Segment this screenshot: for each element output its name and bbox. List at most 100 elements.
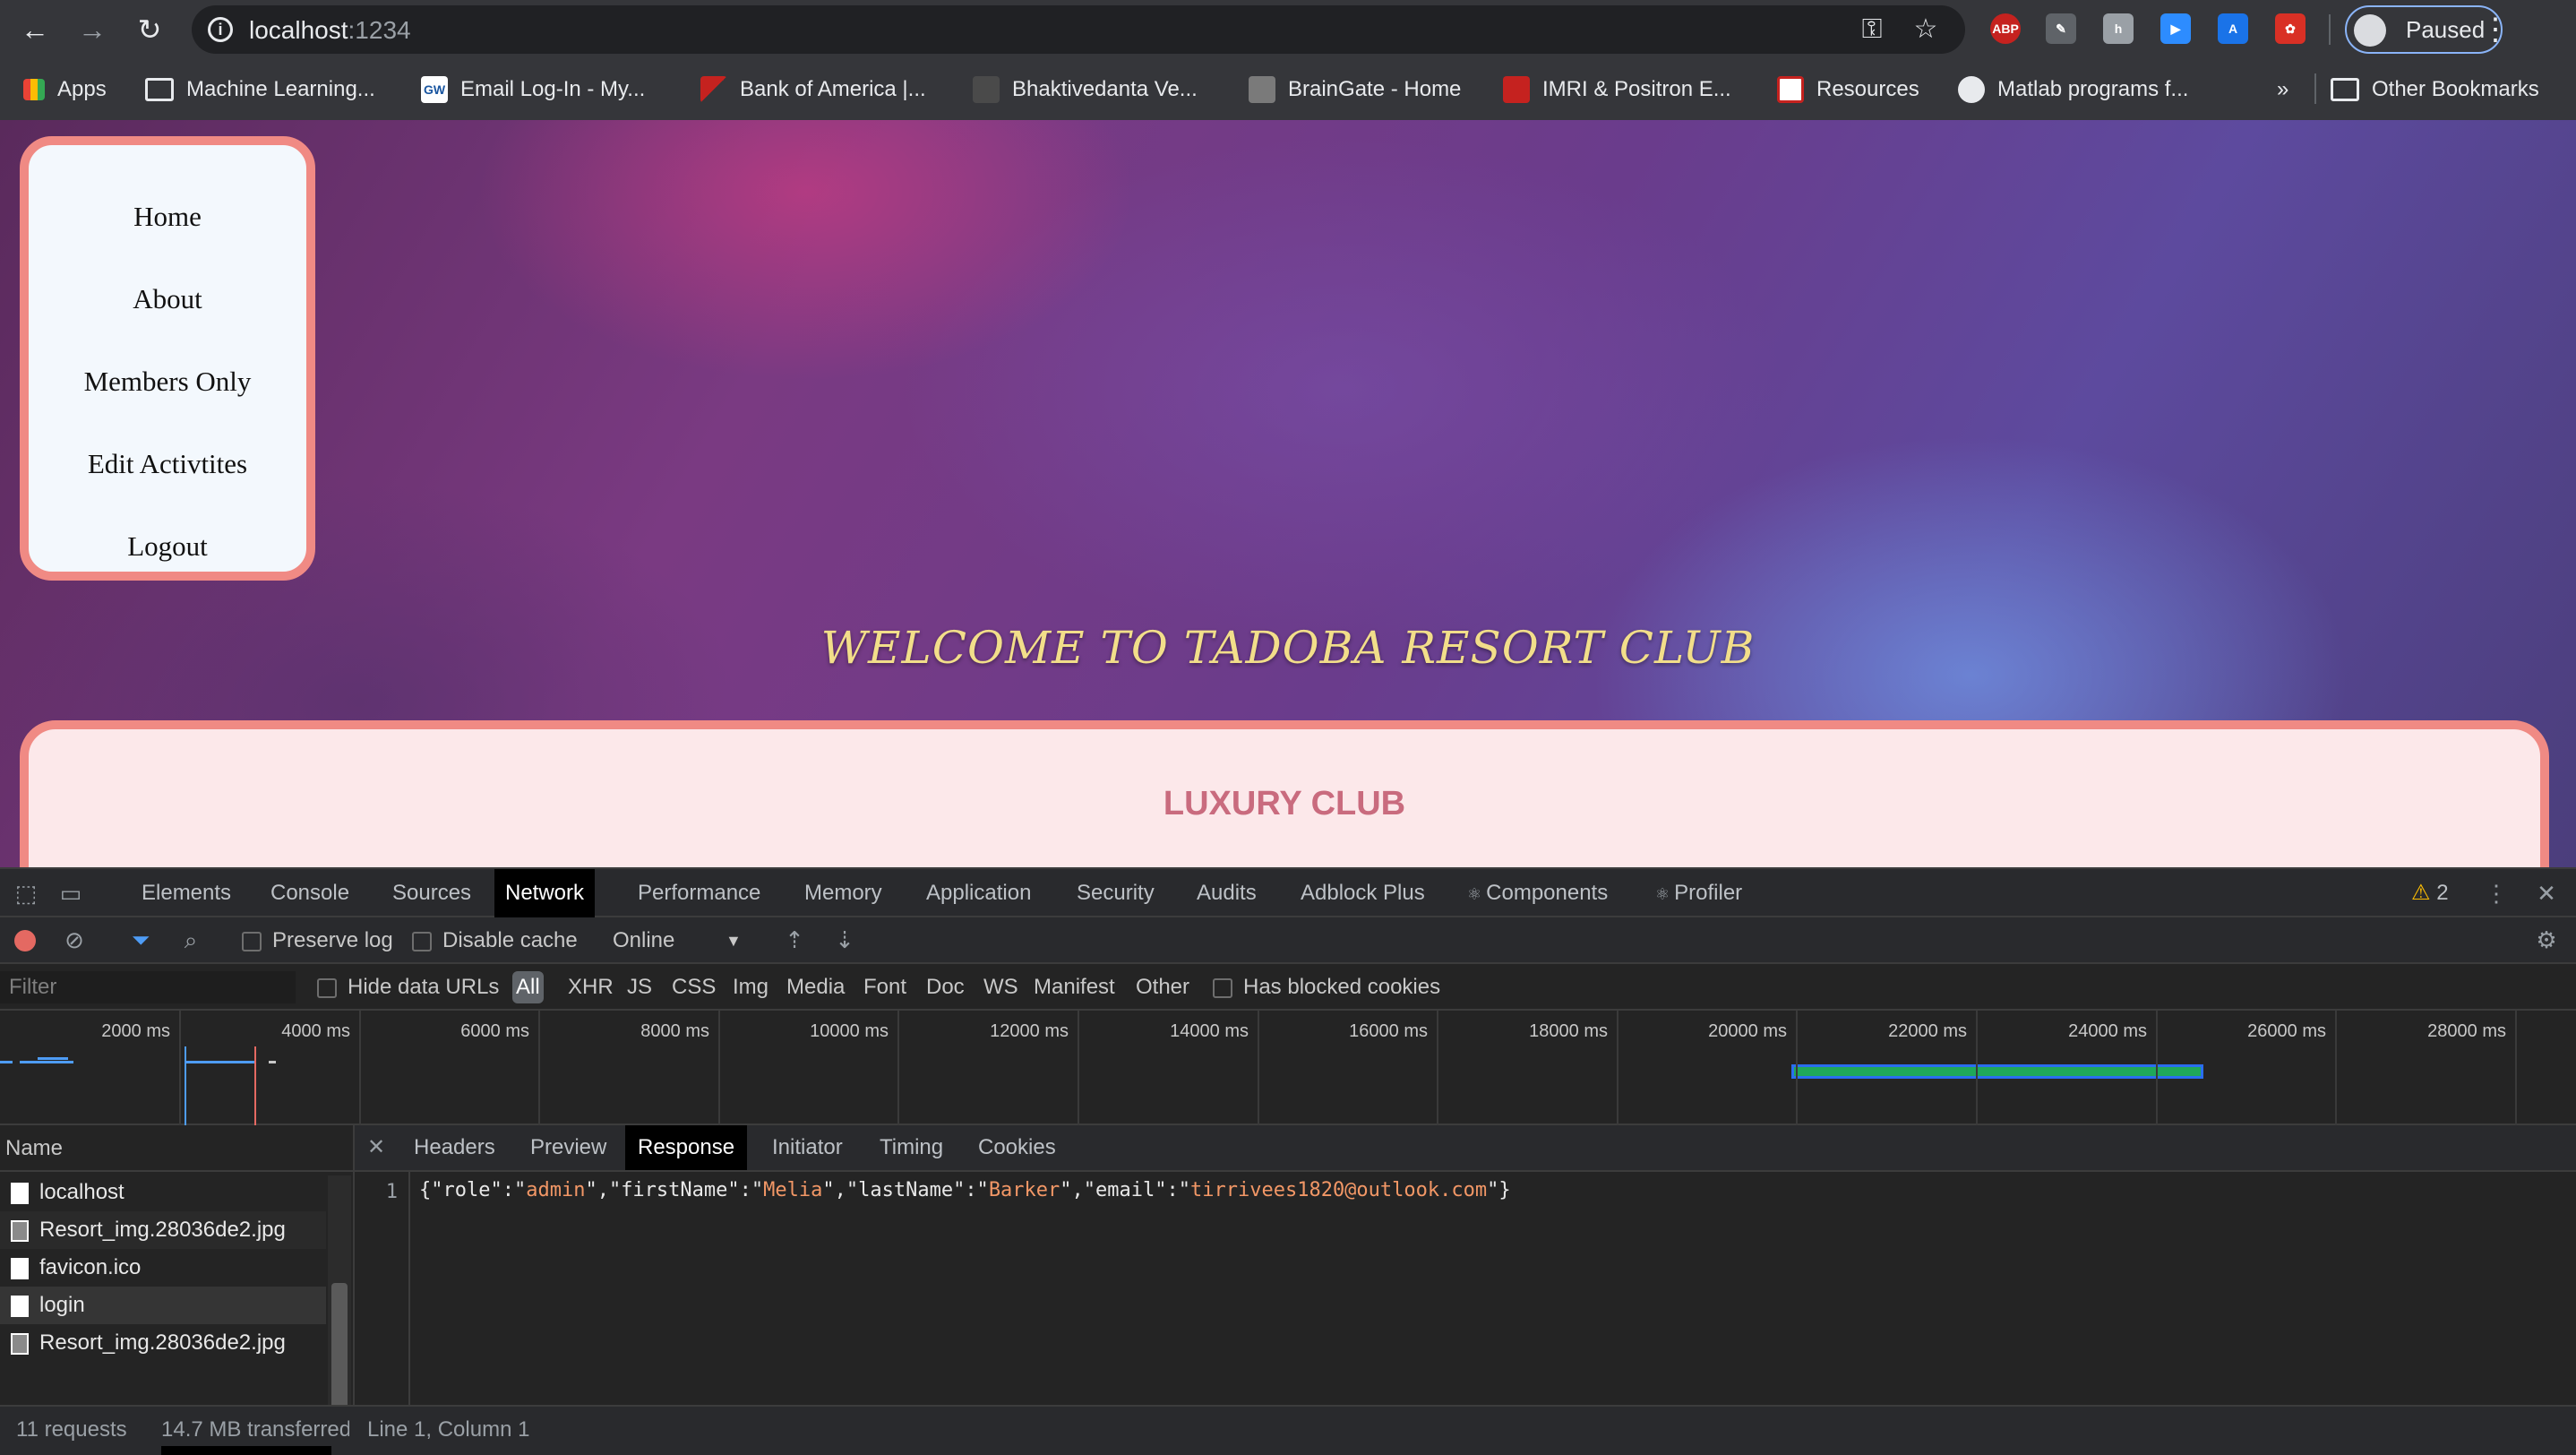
nav-link-logout[interactable]: Logout xyxy=(29,530,306,563)
filter-type-css[interactable]: CSS xyxy=(668,971,719,1003)
import-har-icon[interactable]: ⇡ xyxy=(781,926,808,953)
bookmarks-overflow-chevron-icon[interactable]: » xyxy=(2277,72,2288,108)
url-text[interactable]: localhost:1234 xyxy=(249,16,411,45)
tab-application[interactable]: Application xyxy=(915,869,1042,917)
tab-performance[interactable]: Performance xyxy=(627,869,771,917)
tab-adblock-plus[interactable]: Adblock Plus xyxy=(1290,869,1436,917)
tab-response[interactable]: Response xyxy=(625,1125,748,1170)
has-blocked-cookies-checkbox[interactable] xyxy=(1213,977,1232,998)
bookmark-label: Bhaktivedanta Ve... xyxy=(1012,77,1198,101)
extension-hubspot-icon[interactable]: ✎ xyxy=(2046,13,2076,44)
devtools-menu-icon[interactable]: ⋮ xyxy=(2483,880,2510,907)
filter-type-js[interactable]: JS xyxy=(623,971,656,1003)
tab-initiator[interactable]: Initiator xyxy=(760,1125,855,1170)
extension-red-icon[interactable]: ✿ xyxy=(2275,13,2306,44)
nav-link-edit-activities[interactable]: Edit Activtites xyxy=(29,448,306,480)
inspect-element-icon[interactable]: ⬚ xyxy=(13,880,39,907)
tab-components[interactable]: ⚛ Components xyxy=(1456,869,1619,917)
address-bar[interactable]: i localhost:1234 ⚿ ☆ xyxy=(192,5,1965,54)
bookmark-apps[interactable]: Apps xyxy=(23,72,107,108)
filter-type-xhr[interactable]: XHR xyxy=(564,971,617,1003)
timeline-grid-line xyxy=(1078,1011,1079,1125)
bookmark-braingate[interactable]: BrainGate - Home xyxy=(1249,72,1461,108)
hide-data-urls-toggle[interactable]: Hide data URLs xyxy=(317,964,499,1011)
forward-arrow-icon[interactable]: → xyxy=(72,9,113,50)
bookmark-matlab[interactable]: Matlab programs f... xyxy=(1958,72,2188,108)
close-detail-icon[interactable]: ✕ xyxy=(355,1125,398,1170)
filter-type-all[interactable]: All xyxy=(512,971,544,1003)
preserve-log-toggle[interactable]: Preserve log xyxy=(242,917,393,964)
throttle-select[interactable]: Online ▼ xyxy=(613,917,747,964)
bookmark-email-login[interactable]: GW Email Log-In - My... xyxy=(421,72,645,108)
bookmark-bank-of-america[interactable]: Bank of America |... xyxy=(700,72,926,108)
filter-type-ws[interactable]: WS xyxy=(980,971,1022,1003)
search-icon[interactable]: ⌕ xyxy=(177,926,204,953)
extension-h-icon[interactable]: h xyxy=(2103,13,2134,44)
preserve-log-checkbox[interactable] xyxy=(242,931,262,951)
network-overview-timeline[interactable]: 2000 ms 4000 ms 6000 ms 8000 ms 10000 ms 1200… xyxy=(0,1011,2576,1125)
bookmark-machine-learning[interactable]: Machine Learning... xyxy=(145,72,375,108)
horizontal-scrollbar-thumb[interactable] xyxy=(161,1446,331,1455)
info-icon[interactable]: i xyxy=(208,17,233,42)
filter-input[interactable]: Filter xyxy=(0,971,296,1003)
bookmark-resources[interactable]: Resources xyxy=(1777,72,1919,108)
nav-link-home[interactable]: Home xyxy=(29,201,306,233)
bookmark-imri-positron[interactable]: IMRI & Positron E... xyxy=(1503,72,1731,108)
hide-data-urls-checkbox[interactable] xyxy=(317,977,337,998)
warnings-badge[interactable]: ⚠ 2 xyxy=(2400,869,2460,917)
bookmark-other-bookmarks[interactable]: Other Bookmarks xyxy=(2331,72,2539,108)
record-button-icon[interactable] xyxy=(14,930,36,951)
back-arrow-icon[interactable]: ← xyxy=(14,9,56,50)
tab-memory[interactable]: Memory xyxy=(794,869,893,917)
scrollbar-thumb[interactable] xyxy=(331,1283,348,1408)
nav-link-about[interactable]: About xyxy=(29,283,306,315)
request-name: favicon.ico xyxy=(39,1255,142,1279)
filter-type-manifest[interactable]: Manifest xyxy=(1030,971,1119,1003)
disable-cache-checkbox[interactable] xyxy=(412,931,432,951)
request-list-scrollbar[interactable] xyxy=(328,1175,351,1412)
extension-a-icon[interactable]: A xyxy=(2218,13,2248,44)
throttle-value: Online xyxy=(613,928,675,952)
timeline-tick-label: 20000 ms xyxy=(1708,1021,1787,1041)
request-row[interactable]: localhost xyxy=(0,1174,326,1211)
request-row-selected[interactable]: login xyxy=(0,1287,326,1324)
tab-console[interactable]: Console xyxy=(260,869,360,917)
close-devtools-icon[interactable]: ✕ xyxy=(2533,880,2560,907)
filter-funnel-icon[interactable]: ⏷ xyxy=(127,926,154,953)
bookmark-bhaktivedanta[interactable]: Bhaktivedanta Ve... xyxy=(973,72,1198,108)
has-blocked-cookies-toggle[interactable]: Has blocked cookies xyxy=(1213,964,1440,1011)
filter-type-other[interactable]: Other xyxy=(1132,971,1193,1003)
tab-audits[interactable]: Audits xyxy=(1186,869,1267,917)
response-body[interactable]: {"role":"admin","firstName":"Melia","las… xyxy=(419,1179,1511,1201)
filter-type-doc[interactable]: Doc xyxy=(923,971,968,1003)
tab-preview[interactable]: Preview xyxy=(518,1125,619,1170)
nav-link-members-only[interactable]: Members Only xyxy=(29,366,306,398)
settings-gear-icon[interactable]: ⚙ xyxy=(2533,926,2560,953)
tab-security[interactable]: Security xyxy=(1066,869,1165,917)
tab-sources[interactable]: Sources xyxy=(382,869,482,917)
disable-cache-toggle[interactable]: Disable cache xyxy=(412,917,578,964)
bookmark-star-icon[interactable]: ☆ xyxy=(1910,13,1942,46)
request-row[interactable]: favicon.ico xyxy=(0,1249,326,1287)
key-icon[interactable]: ⚿ xyxy=(1856,13,1888,46)
name-column-header[interactable]: Name xyxy=(0,1125,355,1172)
filter-type-font[interactable]: Font xyxy=(860,971,910,1003)
request-row[interactable]: Resort_img.28036de2.jpg xyxy=(0,1211,326,1249)
filter-type-img[interactable]: Img xyxy=(729,971,772,1003)
tab-profiler[interactable]: ⚛ Profiler xyxy=(1644,869,1753,917)
request-row[interactable]: Resort_img.28036de2.jpg xyxy=(0,1324,326,1362)
tab-timing[interactable]: Timing xyxy=(867,1125,956,1170)
clear-icon[interactable]: ⊘ xyxy=(61,926,88,953)
tab-cookies[interactable]: Cookies xyxy=(966,1125,1069,1170)
tab-network[interactable]: Network xyxy=(494,869,596,917)
adblock-plus-icon[interactable]: ABP xyxy=(1990,13,2021,44)
tab-elements[interactable]: Elements xyxy=(131,869,242,917)
reload-icon[interactable]: ↻ xyxy=(129,9,170,50)
tab-headers[interactable]: Headers xyxy=(401,1125,508,1170)
network-lower-pane: Name localhost Resort_img.28036de2.jpg f… xyxy=(0,1125,2576,1455)
export-har-icon[interactable]: ⇣ xyxy=(831,926,858,953)
chrome-menu-icon[interactable]: ⋮ xyxy=(2477,7,2513,52)
zoom-icon[interactable]: ▶ xyxy=(2160,13,2191,44)
filter-type-media[interactable]: Media xyxy=(783,971,848,1003)
device-toolbar-icon[interactable]: ▭ xyxy=(57,880,84,907)
